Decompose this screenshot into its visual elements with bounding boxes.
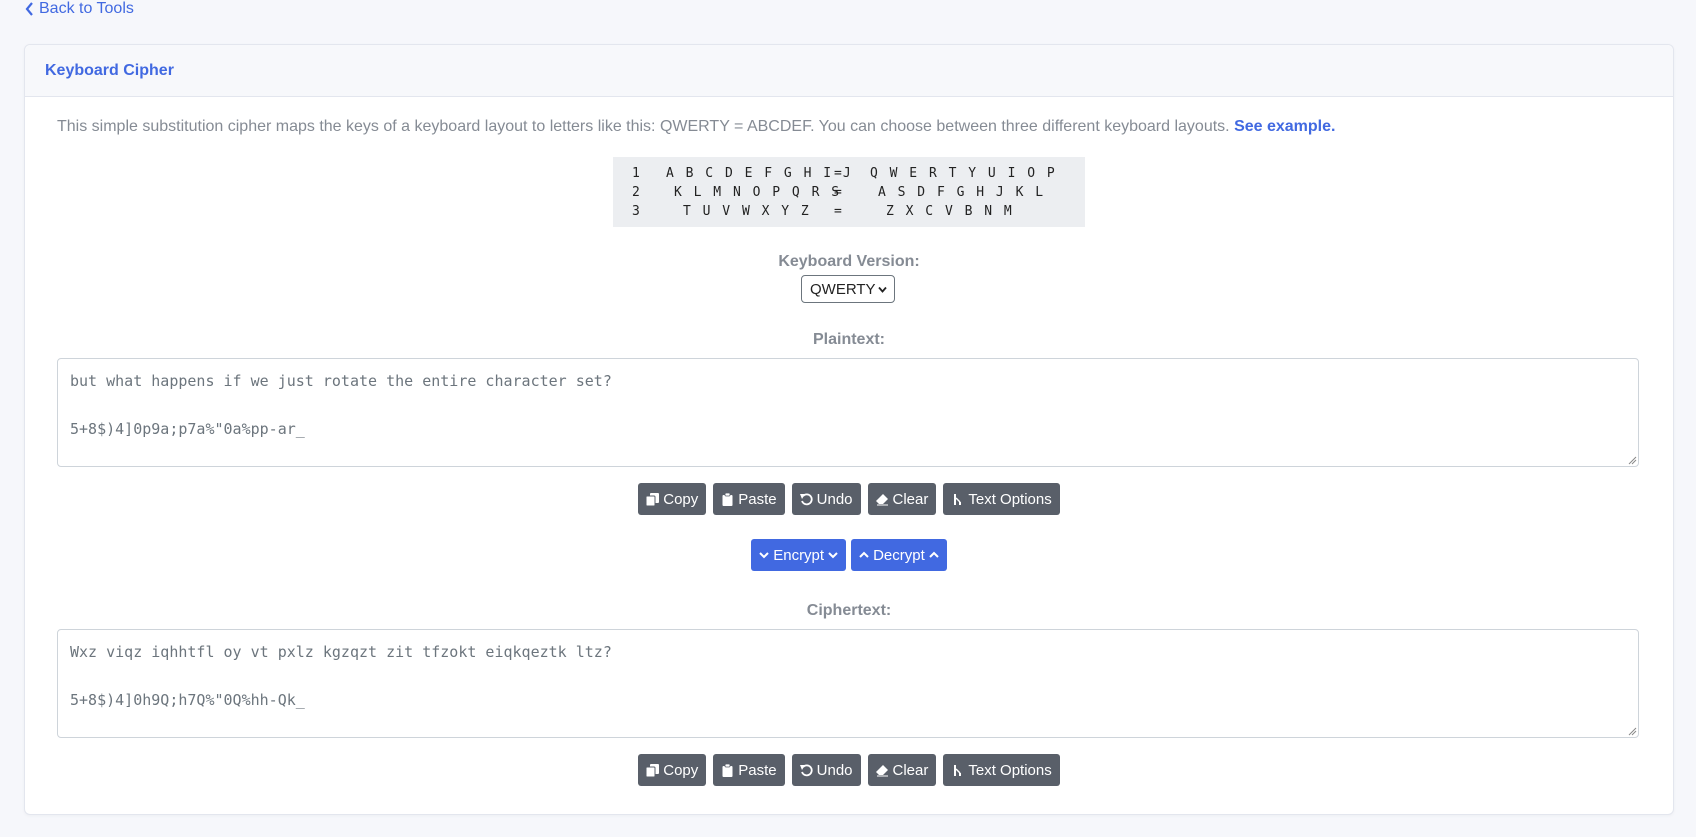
key-row-keys: A S D F G H J K L: [878, 185, 1046, 200]
plaintext-label: Plaintext:: [812, 331, 885, 348]
copy-icon: [646, 763, 660, 777]
plaintext-clear-button[interactable]: Clear: [867, 483, 937, 515]
plaintext-undo-button[interactable]: Undo: [791, 483, 861, 515]
text-options-label: Text Options: [968, 761, 1052, 779]
plaintext-input[interactable]: but what happens if we just rotate the e…: [57, 358, 1639, 467]
ciphertext-label: Ciphertext:: [806, 602, 892, 619]
key-row-2: 2 K L M N O P Q R S = A S D F G H J K L: [613, 185, 1085, 204]
resize-handle-icon[interactable]: [1628, 727, 1637, 736]
key-row-letters: T U V W X Y Z: [683, 204, 811, 219]
text-cursor-icon: [954, 764, 962, 776]
chevron-down-icon: [828, 552, 838, 559]
keyboard-version-select[interactable]: QWERTY: [801, 275, 895, 303]
cipher-actions: Encrypt Decrypt: [25, 539, 1673, 571]
key-row-keys: Q W E R T Y U I O P: [870, 166, 1057, 181]
ciphertext-toolbar: Copy Paste Undo Clear Text Options: [25, 754, 1673, 786]
chevron-up-icon: [929, 551, 939, 558]
eraser-icon: [875, 764, 888, 776]
plaintext-text-options-button[interactable]: Text Options: [943, 483, 1060, 515]
chevron-left-icon: [25, 2, 33, 16]
key-row-num: 2: [632, 185, 642, 200]
key-row-eq: =: [834, 204, 844, 219]
decrypt-button[interactable]: Decrypt: [851, 539, 947, 571]
paste-label: Paste: [738, 761, 777, 779]
undo-label: Undo: [816, 490, 853, 508]
key-row-1: 1 A B C D E F G H I J = Q W E R T Y U I …: [613, 166, 1085, 185]
undo-label: Undo: [816, 761, 853, 779]
description-text: This simple substitution cipher maps the…: [57, 118, 1235, 135]
chevron-down-icon: [878, 286, 887, 293]
clipboard-icon: [722, 763, 733, 777]
ciphertext-undo-button[interactable]: Undo: [791, 754, 861, 786]
paste-label: Paste: [738, 490, 777, 508]
clipboard-icon: [722, 492, 733, 506]
ciphertext-paste-button[interactable]: Paste: [713, 754, 785, 786]
text-cursor-icon: [954, 493, 962, 505]
undo-icon: [799, 763, 813, 776]
keyboard-version-label: Keyboard Version:: [778, 253, 920, 270]
key-row-letters: K L M N O P Q R S: [674, 185, 842, 200]
plaintext-toolbar: Copy Paste Undo Clear Text Options: [25, 483, 1673, 515]
plaintext-paste-button[interactable]: Paste: [713, 483, 785, 515]
plaintext-copy-button[interactable]: Copy: [638, 483, 707, 515]
key-row-num: 1: [632, 166, 642, 181]
key-mapping-table: 1 A B C D E F G H I J = Q W E R T Y U I …: [613, 157, 1085, 227]
ciphertext-copy-button[interactable]: Copy: [638, 754, 707, 786]
decrypt-label: Decrypt: [873, 546, 925, 564]
description: This simple substitution cipher maps the…: [57, 118, 1335, 136]
back-label: Back to Tools: [39, 0, 134, 17]
encrypt-button[interactable]: Encrypt: [751, 539, 847, 571]
key-row-letters: A B C D E F G H I J: [666, 166, 853, 181]
ciphertext-text-options-button[interactable]: Text Options: [943, 754, 1060, 786]
ciphertext-output[interactable]: Wxz viqz iqhhtfl oy vt pxlz kgzqzt zit t…: [57, 629, 1639, 738]
copy-label: Copy: [663, 761, 699, 779]
key-row-eq: =: [834, 185, 844, 200]
ciphertext-clear-button[interactable]: Clear: [867, 754, 937, 786]
keyboard-version-value: QWERTY: [810, 280, 876, 298]
copy-icon: [646, 492, 660, 506]
card-title: Keyboard Cipher: [25, 45, 1673, 97]
clear-label: Clear: [892, 490, 929, 508]
encrypt-label: Encrypt: [773, 546, 825, 564]
undo-icon: [799, 492, 813, 505]
copy-label: Copy: [663, 490, 699, 508]
key-row-num: 3: [632, 204, 642, 219]
key-row-keys: Z X C V B N M: [886, 204, 1014, 219]
chevron-up-icon: [859, 551, 869, 558]
key-row-eq: =: [834, 166, 844, 181]
chevron-down-icon: [759, 552, 769, 559]
see-example-link[interactable]: See example.: [1234, 118, 1335, 135]
eraser-icon: [875, 493, 888, 505]
back-to-tools-link[interactable]: Back to Tools: [24, 0, 134, 18]
resize-handle-icon[interactable]: [1628, 456, 1637, 465]
key-row-3: 3 T U V W X Y Z = Z X C V B N M: [613, 204, 1085, 223]
clear-label: Clear: [892, 761, 929, 779]
cipher-card: Keyboard Cipher This simple substitution…: [24, 44, 1674, 815]
text-options-label: Text Options: [968, 490, 1052, 508]
